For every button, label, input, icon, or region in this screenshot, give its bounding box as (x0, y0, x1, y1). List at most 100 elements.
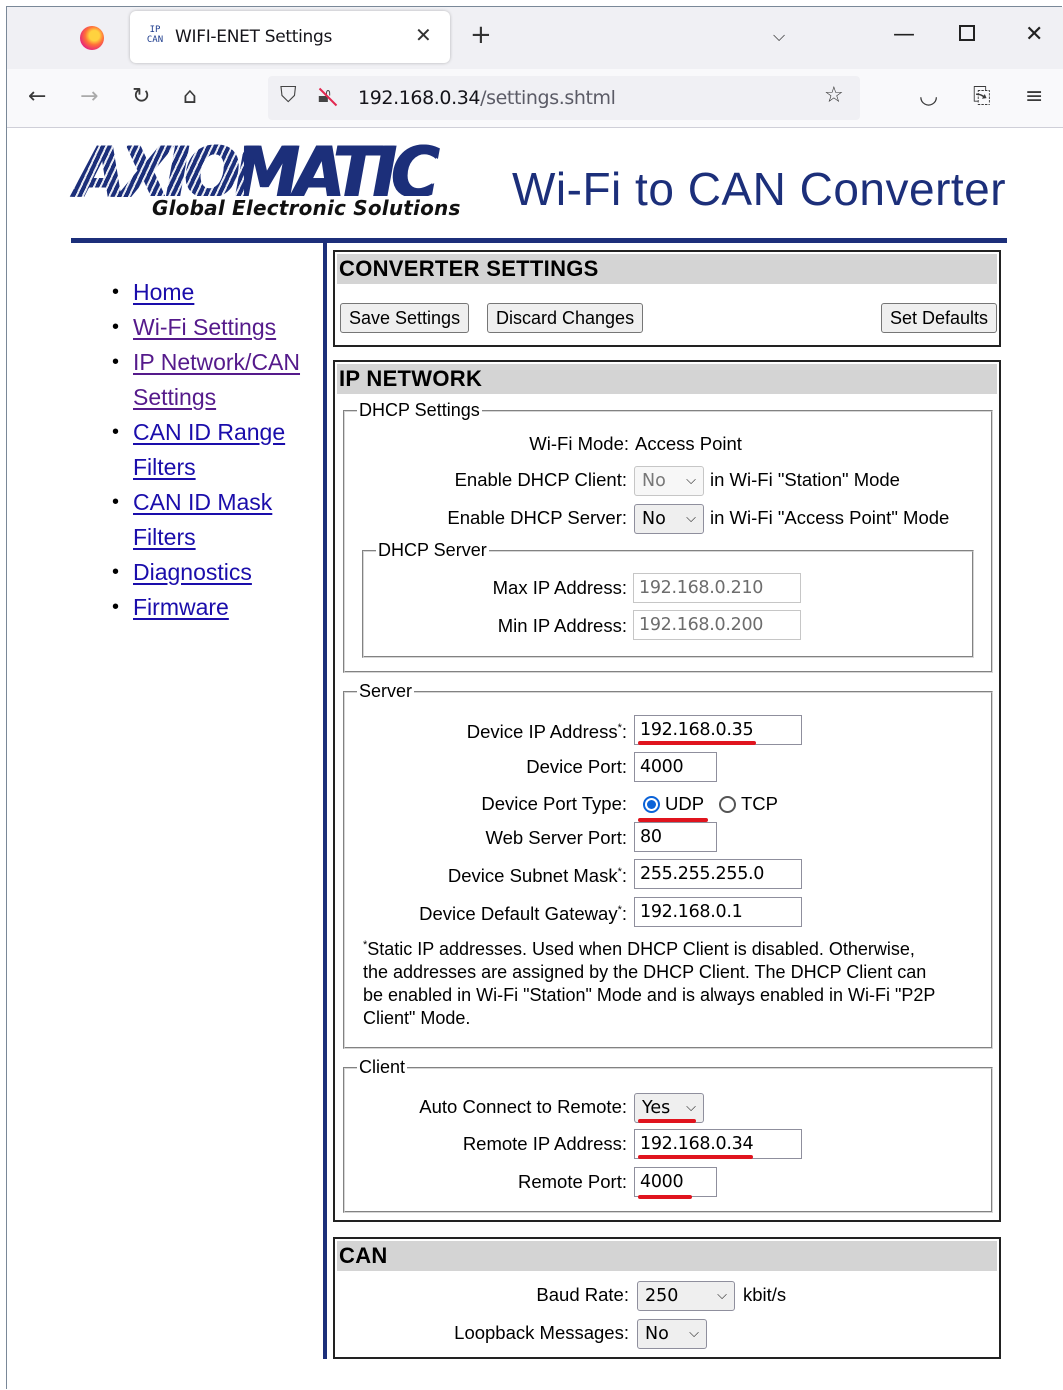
url-path: /settings.shtml (480, 87, 616, 109)
converter-settings-panel: CONVERTER SETTINGS Save Settings Discard… (333, 250, 1001, 347)
udp-radio[interactable] (643, 796, 660, 813)
server-legend: Server (357, 680, 415, 702)
list-tabs-chevron-down-icon[interactable]: ⌵ (773, 26, 785, 46)
minimize-icon[interactable]: — (893, 22, 915, 48)
subnet-mask-input[interactable]: 255.255.255.0 (634, 859, 802, 889)
annotation-underline (638, 741, 756, 745)
wifi-settings-link[interactable]: Wi-Fi Settings (133, 314, 276, 340)
logo-tagline: Global Electronic Solutions (150, 196, 463, 220)
browser-tab[interactable]: IP CAN WIFI-ENET Settings ✕ (130, 11, 450, 63)
sidebar-item-wifi-settings: Wi-Fi Settings (110, 310, 310, 345)
header-divider (71, 238, 1007, 243)
baud-rate-select[interactable]: 250 ⌵ (637, 1281, 735, 1311)
url-bar[interactable]: ⛉ 🔓︎ 192.168.0.34/settings.shtml ☆ (268, 76, 860, 120)
remote-port-label: Remote Port: (518, 1171, 627, 1192)
pocket-icon[interactable]: ◡ (919, 82, 938, 112)
default-gateway-label: Device Default Gateway*: (419, 902, 627, 926)
tab-favicon-icon: IP CAN (143, 25, 167, 49)
remote-port-input[interactable]: 4000 (634, 1167, 717, 1197)
dhcp-client-select[interactable]: No ⌵ (634, 466, 704, 496)
device-port-input[interactable]: 4000 (634, 752, 717, 782)
note-line-2: the addresses are assigned by the DHCP C… (363, 962, 927, 982)
loopback-select[interactable]: No ⌵ (637, 1319, 707, 1349)
firefox-logo-icon[interactable] (80, 26, 104, 50)
tcp-label[interactable]: TCP (741, 792, 778, 816)
dhcp-server-select[interactable]: No ⌵ (634, 504, 704, 534)
note-line-4: Client" Mode. (363, 1008, 471, 1028)
note-line: *Static IP addresses. Used when DHCP Cli… (363, 938, 973, 961)
close-window-icon[interactable]: ✕ (1025, 22, 1043, 48)
ip-network-can-settings-link[interactable]: IP Network/CAN Settings (133, 349, 300, 410)
tab-title: WIFI-ENET Settings (175, 27, 333, 47)
save-settings-button[interactable]: Save Settings (340, 303, 470, 333)
chevron-down-icon: ⌵ (717, 1288, 727, 1303)
firmware-link[interactable]: Firmware (133, 594, 229, 620)
enable-dhcp-server-label: Enable DHCP Server: (447, 507, 627, 528)
forward-arrow-icon[interactable]: → (80, 82, 98, 112)
menu-icon[interactable]: ≡ (1025, 82, 1043, 112)
dhcp-settings-legend: DHCP Settings (357, 399, 482, 421)
auto-connect-value: Yes (642, 1098, 671, 1118)
maximize-icon[interactable] (959, 25, 975, 41)
web-server-port-input[interactable]: 80 (634, 822, 717, 852)
default-gateway-label-text: Device Default Gateway (419, 903, 618, 924)
can-panel: CAN Baud Rate: 250 ⌵ kbit/s Loopback Mess… (333, 1237, 1001, 1359)
device-port-label: Device Port: (526, 756, 627, 777)
home-icon[interactable]: ⌂ (183, 82, 197, 112)
discard-changes-button[interactable]: Discard Changes (487, 303, 644, 333)
sidebar-item-can-id-range: CAN ID Range Filters (110, 415, 310, 485)
diagnostics-link[interactable]: Diagnostics (133, 559, 252, 585)
port-type-label: Device Port Type: (481, 793, 627, 814)
reload-icon[interactable]: ↻ (132, 82, 150, 112)
dhcp-server-value: No (642, 509, 666, 529)
remote-ip-label: Remote IP Address: (462, 1133, 627, 1154)
default-gateway-input[interactable]: 192.168.0.1 (634, 897, 802, 927)
home-link[interactable]: Home (133, 279, 194, 305)
tab-close-icon[interactable]: ✕ (415, 23, 432, 47)
client-legend: Client (357, 1056, 408, 1078)
ip-network-heading: IP NETWORK (337, 364, 997, 394)
can-heading: CAN (337, 1241, 997, 1271)
dhcp-client-suffix: in Wi-Fi "Station" Mode (710, 469, 900, 490)
static-ip-note: *Static IP addresses. Used when DHCP Cli… (363, 938, 973, 1030)
annotation-underline (638, 1195, 692, 1199)
back-arrow-icon[interactable]: ← (28, 82, 46, 112)
set-defaults-button[interactable]: Set Defaults (881, 303, 998, 333)
chevron-down-icon: ⌵ (689, 1326, 699, 1341)
max-ip-input[interactable]: 192.168.0.210 (633, 573, 801, 603)
note-line-3: be enabled in Wi-Fi "Station" Mode and i… (363, 985, 936, 1005)
colon: : (621, 903, 627, 924)
axiomatic-logo: AXIOMATIC Global Electronic Solutions (74, 132, 464, 224)
favicon-ip-text: IP (149, 25, 161, 35)
baud-rate-label: Baud Rate: (536, 1284, 629, 1305)
can-id-mask-filters-link[interactable]: CAN ID Mask Filters (133, 489, 272, 550)
extensions-icon[interactable]: ⎘ (973, 82, 991, 112)
chevron-down-icon: ⌵ (686, 511, 696, 526)
sidebar-item-can-id-mask: CAN ID Mask Filters (110, 485, 310, 555)
loopback-label: Loopback Messages: (454, 1322, 629, 1343)
dhcp-server-fieldset: DHCP Server (362, 539, 974, 658)
url-host: 192.168.0.34 (358, 87, 481, 109)
sidebar-item-home: Home (110, 275, 310, 310)
sidebar-item-diagnostics: Diagnostics (110, 555, 310, 590)
loopback-value: No (645, 1324, 669, 1344)
sidebar-divider (323, 243, 327, 1359)
new-tab-plus-icon[interactable]: + (470, 22, 492, 48)
min-ip-label: Min IP Address: (497, 615, 627, 636)
baud-rate-value: 250 (645, 1286, 679, 1306)
udp-label[interactable]: UDP (665, 792, 704, 816)
baud-rate-unit: kbit/s (743, 1284, 787, 1305)
shield-icon[interactable]: ⛉ (280, 83, 297, 108)
note-line-1: Static IP addresses. Used when DHCP Clie… (367, 939, 915, 959)
wifi-mode-value: Access Point (635, 433, 742, 454)
favicon-can-text: CAN (146, 35, 164, 45)
min-ip-input[interactable]: 192.168.0.200 (633, 610, 801, 640)
bookmark-star-icon[interactable]: ☆ (824, 83, 844, 108)
annotation-underline (638, 1155, 753, 1159)
enable-dhcp-client-label: Enable DHCP Client: (454, 469, 627, 490)
web-server-port-label: Web Server Port: (485, 827, 627, 848)
url-text[interactable]: 192.168.0.34/settings.shtml (358, 87, 616, 109)
tcp-radio[interactable] (719, 796, 736, 813)
can-id-range-filters-link[interactable]: CAN ID Range Filters (133, 419, 285, 480)
max-ip-label: Max IP Address: (492, 577, 627, 598)
